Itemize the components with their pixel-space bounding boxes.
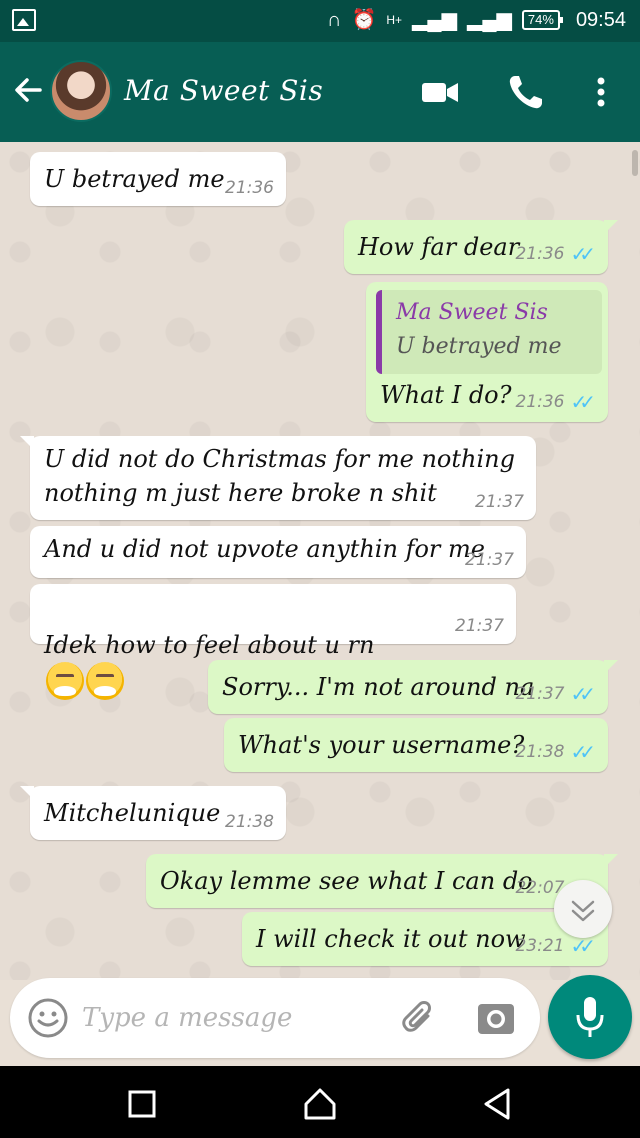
- chat-header: Ma Sweet Sis: [0, 42, 640, 142]
- message-bubble-outgoing[interactable]: Sorry... I'm not around na 21:37 ✓✓: [208, 660, 618, 714]
- message-text: And u did not upvote anythin for me: [44, 535, 485, 563]
- message-meta: 21:38 ✓✓: [515, 740, 596, 764]
- message-time: 21:36: [515, 392, 565, 412]
- message-time: 21:37: [515, 684, 565, 704]
- phone-icon[interactable]: [506, 72, 546, 112]
- steam-from-nose-emoji-icon: [86, 662, 124, 700]
- scrollbar[interactable]: [632, 150, 638, 176]
- chat-area[interactable]: U betrayed me 21:36 How far dear 21:36 ✓…: [0, 142, 640, 980]
- message-text: Okay lemme see what I can do: [160, 867, 533, 895]
- bubble-tail: [604, 854, 618, 868]
- message-bubble-incoming[interactable]: U betrayed me 21:36: [30, 152, 286, 206]
- image-notification-icon: [12, 9, 36, 31]
- message-time: 21:37: [455, 616, 504, 636]
- steam-from-nose-emoji-icon: [46, 662, 84, 700]
- message-time: 21:37: [475, 492, 524, 512]
- message-time: 21:38: [515, 742, 565, 762]
- message-meta: 21:38: [225, 812, 274, 832]
- system-nav-bar: [0, 1066, 640, 1138]
- message-text: U betrayed me: [44, 165, 225, 193]
- read-ticks-icon: ✓✓: [570, 390, 595, 414]
- message-text: How far dear: [358, 233, 520, 261]
- home-icon[interactable]: [300, 1084, 340, 1124]
- message-text: U did not do Christmas for me nothing no…: [44, 445, 515, 507]
- bubble-tail: [20, 436, 34, 450]
- back-icon[interactable]: [478, 1084, 518, 1124]
- message-time: 23:21: [515, 936, 565, 956]
- back-arrow-icon[interactable]: [10, 72, 46, 108]
- signal-icon-2: ▂▄▆: [466, 9, 512, 31]
- mic-icon[interactable]: [548, 975, 632, 1059]
- message-bubble-incoming[interactable]: Mitchelunique 21:38: [20, 786, 286, 840]
- message-meta: 21:37: [475, 492, 524, 512]
- message-meta: 21:37: [455, 616, 504, 636]
- headset-icon: ∩: [327, 9, 342, 31]
- message-bubble-outgoing[interactable]: Okay lemme see what I can do 22:07 ✓✓: [146, 854, 618, 908]
- read-ticks-icon: ✓✓: [570, 740, 595, 764]
- message-text: Sorry... I'm not around na: [222, 673, 535, 701]
- video-call-icon[interactable]: [420, 72, 460, 112]
- network-type: H+: [386, 13, 403, 27]
- clock: 09:54: [575, 8, 626, 31]
- bubble-tail: [20, 786, 34, 800]
- status-bar: ∩ ⏰ H+ ▂▄▆ ▂▄▆ 74% 09:54: [0, 0, 640, 42]
- message-bubble-outgoing[interactable]: How far dear 21:36 ✓✓: [344, 220, 618, 274]
- camera-icon[interactable]: [476, 998, 516, 1038]
- message-text: Mitchelunique: [44, 799, 221, 827]
- quoted-text: U betrayed me: [396, 334, 562, 359]
- message-meta: 21:36 ✓✓: [515, 390, 596, 414]
- message-text-content: Idek how to feel about u rn: [44, 631, 375, 659]
- message-bubble-outgoing[interactable]: I will check it out now 23:21 ✓✓: [242, 912, 608, 966]
- read-ticks-icon: ✓✓: [570, 682, 595, 706]
- quoted-author: Ma Sweet Sis: [396, 300, 548, 325]
- signal-icon: ▂▄▆: [412, 9, 457, 31]
- message-bubble-incoming[interactable]: Idek how to feel about u rn 21:37: [30, 584, 516, 700]
- read-ticks-icon: ✓✓: [570, 242, 595, 266]
- contact-name[interactable]: Ma Sweet Sis: [124, 74, 323, 107]
- status-icons: ∩ ⏰ H+ ▂▄▆ ▂▄▆ 74% 09:54: [327, 8, 626, 32]
- message-input[interactable]: [82, 994, 382, 1042]
- scroll-to-bottom-button[interactable]: [554, 880, 612, 938]
- recent-apps-icon[interactable]: [122, 1084, 162, 1124]
- message-time: 21:38: [225, 812, 274, 832]
- avatar[interactable]: [50, 60, 112, 122]
- attach-icon[interactable]: [398, 996, 442, 1040]
- message-text: What's your username?: [238, 731, 525, 759]
- bubble-tail: [604, 220, 618, 234]
- message-meta: 21:36 ✓✓: [515, 242, 596, 266]
- quoted-message[interactable]: Ma Sweet Sis U betrayed me: [376, 290, 602, 374]
- message-bubble-incoming[interactable]: And u did not upvote anythin for me 21:3…: [30, 526, 526, 578]
- message-meta: 21:37 ✓✓: [515, 682, 596, 706]
- message-meta: 21:37: [465, 550, 514, 570]
- message-bubble-outgoing-reply[interactable]: Ma Sweet Sis U betrayed me What I do? 21…: [366, 282, 608, 422]
- message-bubble-outgoing[interactable]: What's your username? 21:38 ✓✓: [224, 718, 608, 772]
- composer: [10, 978, 540, 1058]
- message-time: 21:37: [465, 550, 514, 570]
- message-time: 21:36: [515, 244, 565, 264]
- message-text: What I do?: [380, 381, 512, 409]
- message-bubble-incoming[interactable]: U did not do Christmas for me nothing no…: [20, 436, 536, 520]
- message-text: I will check it out now: [256, 925, 526, 953]
- alarm-icon: ⏰: [351, 9, 377, 31]
- message-time: 21:36: [225, 178, 274, 198]
- more-vert-icon[interactable]: [586, 72, 616, 112]
- message-meta: 21:36: [225, 178, 274, 198]
- bubble-tail: [604, 660, 618, 674]
- emoji-icon[interactable]: [26, 996, 70, 1040]
- battery-icon: 74%: [521, 10, 563, 30]
